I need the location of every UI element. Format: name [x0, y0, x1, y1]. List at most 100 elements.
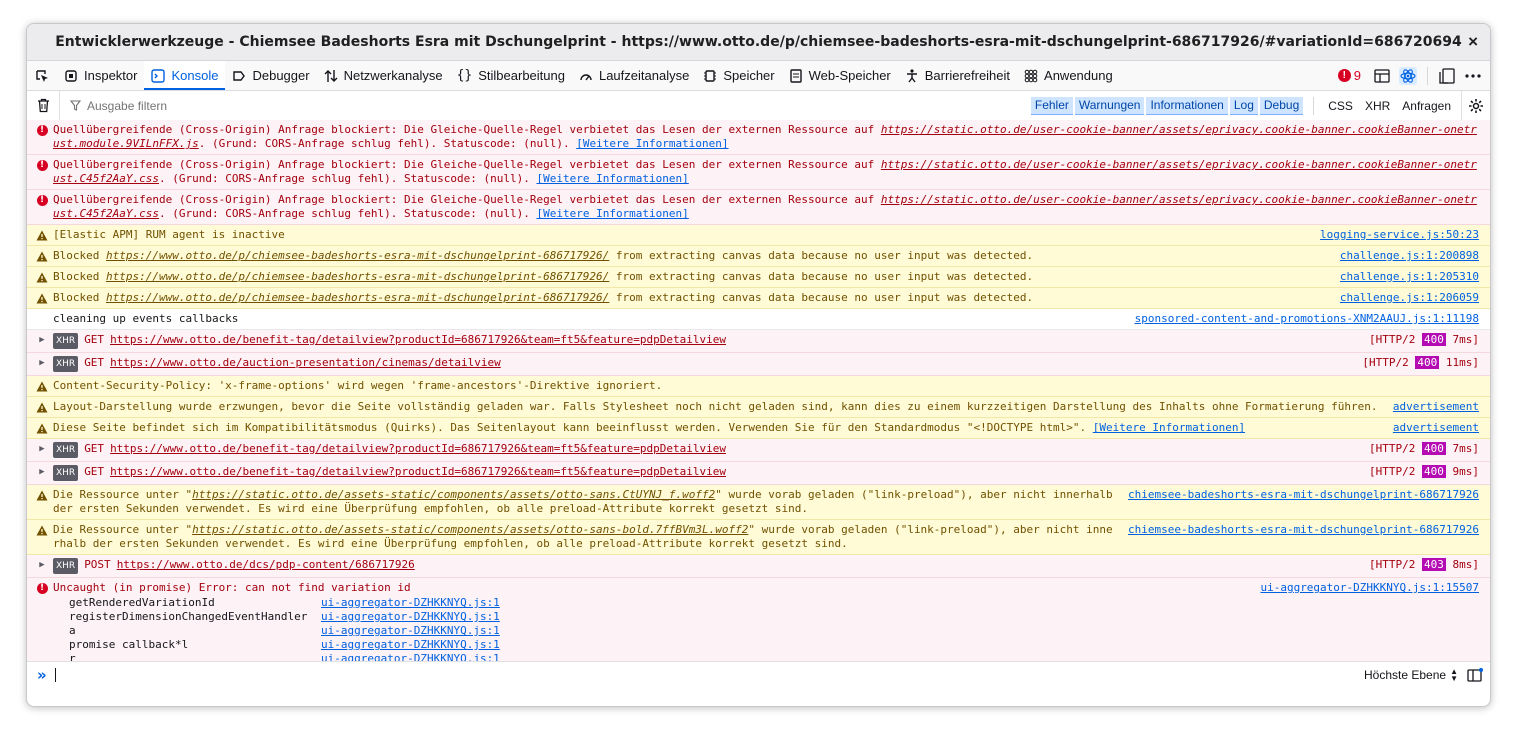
filter-xhr-button[interactable]: XHR	[1359, 97, 1396, 114]
message-body: Blocked https://www.otto.de/p/chiemsee-b…	[53, 249, 1328, 263]
error-icon: !	[35, 123, 49, 137]
tab-label: Inspektor	[84, 68, 138, 83]
http-method: GET	[84, 465, 105, 478]
error-icon: !	[1337, 69, 1351, 82]
request-url[interactable]: https://www.otto.de/dcs/pdp-content/6867…	[117, 558, 415, 572]
console-message-xhr[interactable]: ▶ XHR GET https://www.otto.de/benefit-ta…	[27, 330, 1490, 353]
gear-icon	[1469, 98, 1483, 113]
tab-barrierefreiheit[interactable]: Barrierefreiheit	[898, 61, 1017, 90]
editor-mode-button[interactable]	[1462, 663, 1488, 687]
source-link[interactable]: challenge.js:1:200898	[1340, 249, 1479, 263]
resource-link[interactable]: https://static.otto.de/assets-static/com…	[192, 523, 748, 536]
message-body: Die Ressource unter "https://static.otto…	[53, 488, 1116, 516]
storage-icon	[789, 68, 803, 83]
inspector-icon	[64, 69, 78, 83]
responsive-design-button[interactable]	[1369, 61, 1395, 90]
tab-label: Web-Speicher	[808, 68, 891, 83]
expand-arrow-icon[interactable]: ▶	[35, 442, 49, 456]
frame-location-link[interactable]: ui-aggregator-DZHKKNYQ.js:1	[321, 624, 500, 638]
frame-location-link[interactable]: ui-aggregator-DZHKKNYQ.js:1	[321, 638, 500, 652]
page-link[interactable]: https://www.otto.de/p/chiemsee-badeshort…	[106, 249, 609, 262]
frame-location-link[interactable]: ui-aggregator-DZHKKNYQ.js:1	[321, 596, 500, 610]
message-tail: from extracting canvas data because no u…	[609, 249, 1034, 262]
tab-label: Konsole	[171, 68, 219, 83]
console-input[interactable]: » Höchste Ebene ▲ ▼	[27, 661, 1490, 687]
warning-icon	[35, 291, 49, 305]
warning-icon	[35, 488, 49, 502]
source-link[interactable]: sponsored-content-and-promotions-XNM2AAU…	[1135, 312, 1479, 326]
text-caret	[54, 667, 56, 682]
source-link[interactable]: advertisement	[1393, 421, 1479, 435]
console-settings-button[interactable]	[1461, 91, 1490, 120]
source-link[interactable]: logging-service.js:50:23	[1320, 228, 1479, 242]
warning-icon	[35, 523, 49, 537]
more-info-link[interactable]: [Weitere Informationen]	[1093, 421, 1245, 434]
filter-input[interactable]	[85, 97, 689, 114]
tab-inspektor[interactable]: Inspektor	[57, 61, 144, 90]
more-info-link[interactable]: [Weitere Informationen]	[576, 137, 728, 150]
tab-stilbearbeitung[interactable]: {} Stilbearbeitung	[450, 61, 572, 90]
performance-icon	[579, 69, 593, 83]
console-message-xhr[interactable]: ▶ XHR GET https://www.otto.de/benefit-ta…	[27, 439, 1490, 462]
filter-log-button[interactable]: Log	[1229, 96, 1258, 115]
frame-location-link[interactable]: ui-aggregator-DZHKKNYQ.js:1	[321, 652, 500, 661]
console-message-xhr[interactable]: ▶ XHR GET https://www.otto.de/auction-pr…	[27, 353, 1490, 376]
filter-requests-button[interactable]: Anfragen	[1396, 97, 1457, 114]
split-editor-icon	[1467, 667, 1483, 682]
xhr-badge: XHR	[53, 465, 79, 481]
filter-errors-button[interactable]: Fehler	[1030, 96, 1073, 115]
more-info-link[interactable]: [Weitere Informationen]	[536, 172, 688, 185]
source-link[interactable]: chiemsee-badeshorts-esra-mit-dschungelpr…	[1128, 488, 1479, 502]
xhr-badge: XHR	[53, 558, 79, 574]
dock-button[interactable]	[1434, 61, 1460, 90]
filter-field[interactable]	[60, 97, 1031, 114]
resource-link[interactable]: https://static.otto.de/assets-static/com…	[192, 488, 715, 501]
http-method: POST	[84, 558, 111, 571]
page-link[interactable]: https://www.otto.de/p/chiemsee-badeshort…	[106, 270, 609, 283]
more-info-link[interactable]: [Weitere Informationen]	[536, 207, 688, 220]
tab-anwendung[interactable]: Anwendung	[1017, 61, 1120, 90]
react-devtools-button[interactable]	[1395, 61, 1421, 90]
page-link[interactable]: https://www.otto.de/p/chiemsee-badeshort…	[106, 291, 609, 304]
filter-warnings-button[interactable]: Warnungen	[1074, 96, 1145, 115]
evaluation-context-selector[interactable]: Höchste Ebene ▲ ▼	[1364, 667, 1458, 682]
request-url[interactable]: https://www.otto.de/benefit-tag/detailvi…	[110, 333, 726, 347]
expand-arrow-icon[interactable]: ▶	[35, 558, 49, 572]
request-url[interactable]: https://www.otto.de/benefit-tag/detailvi…	[110, 465, 726, 479]
request-url[interactable]: https://www.otto.de/auction-presentation…	[110, 356, 501, 370]
console-message-xhr[interactable]: ▶ XHR POST https://www.otto.de/dcs/pdp-c…	[27, 555, 1490, 578]
more-options-button[interactable]	[1460, 61, 1486, 90]
filter-debug-button[interactable]: Debug	[1259, 96, 1304, 115]
expand-arrow-icon[interactable]: ▶	[35, 356, 49, 370]
expand-arrow-icon[interactable]: ▶	[35, 333, 49, 347]
close-window-button[interactable]: ×	[1468, 32, 1478, 52]
tab-laufzeitanalyse[interactable]: Laufzeitanalyse	[572, 61, 696, 90]
tab-konsole[interactable]: Konsole	[144, 61, 226, 90]
expand-arrow-icon[interactable]: ▶	[35, 465, 49, 479]
source-link[interactable]: challenge.js:1:205310	[1340, 270, 1479, 284]
tab-debugger[interactable]: Debugger	[225, 61, 316, 90]
source-link[interactable]: chiemsee-badeshorts-esra-mit-dschungelpr…	[1128, 523, 1479, 537]
console-message-error: ! Quellübergreifende (Cross-Origin) Anfr…	[27, 190, 1490, 225]
source-link[interactable]: challenge.js:1:206059	[1340, 291, 1479, 305]
request-url[interactable]: https://www.otto.de/benefit-tag/detailvi…	[110, 442, 726, 456]
frame-location-link[interactable]: ui-aggregator-DZHKKNYQ.js:1	[321, 610, 500, 624]
filter-css-button[interactable]: CSS	[1322, 97, 1359, 114]
tab-netzwerkanalyse[interactable]: Netzwerkanalyse	[317, 61, 450, 90]
clear-console-button[interactable]	[27, 91, 60, 120]
console-message-xhr[interactable]: ▶ XHR GET https://www.otto.de/benefit-ta…	[27, 462, 1490, 485]
http-method: GET	[84, 333, 105, 346]
message-body: Uncaught (in promise) Error: can not fin…	[53, 581, 1248, 661]
stack-frame: a ui-aggregator-DZHKKNYQ.js:1	[69, 624, 1248, 638]
filter-info-button[interactable]: Informationen	[1146, 96, 1228, 115]
tab-speicher[interactable]: Speicher	[696, 61, 781, 90]
console-output: ! Quellübergreifende (Cross-Origin) Anfr…	[27, 120, 1490, 661]
source-link[interactable]: ui-aggregator-DZHKKNYQ.js:1:15507	[1260, 581, 1479, 595]
message-text: Uncaught (in promise) Error: can not fin…	[53, 581, 411, 594]
error-icon: !	[35, 158, 49, 172]
error-count-button[interactable]: ! 9	[1337, 68, 1361, 83]
element-picker-button[interactable]	[27, 61, 57, 90]
trash-icon	[37, 98, 49, 113]
tab-web-speicher[interactable]: Web-Speicher	[782, 61, 898, 90]
source-link[interactable]: advertisement	[1393, 400, 1479, 414]
